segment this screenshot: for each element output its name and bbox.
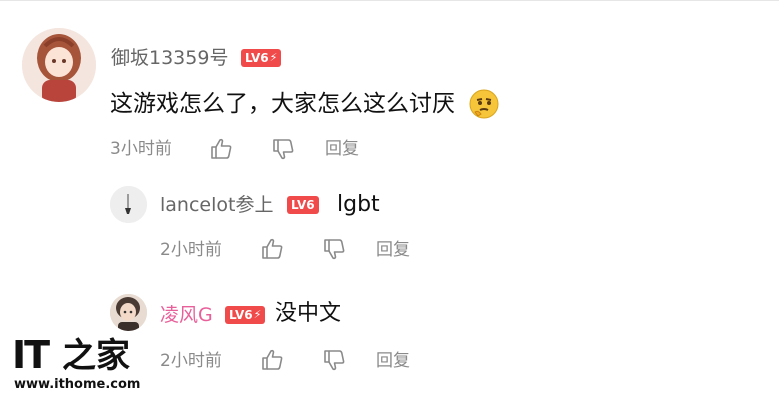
reply-text: lgbt bbox=[337, 192, 380, 217]
comment-time: 3小时前 bbox=[110, 139, 172, 159]
level-badge-label: LV6 bbox=[229, 308, 253, 322]
thumbs-down-icon[interactable] bbox=[272, 137, 296, 161]
reply-username[interactable]: 凌风G bbox=[160, 303, 213, 327]
watermark-logo-it: IT bbox=[12, 333, 50, 377]
thumbs-up-icon[interactable] bbox=[210, 137, 234, 161]
avatar[interactable] bbox=[110, 294, 147, 331]
level-badge: LV6 ⚡ bbox=[225, 306, 266, 324]
level-badge-label: LV6 bbox=[291, 198, 315, 212]
avatar[interactable] bbox=[22, 28, 96, 102]
level-badge: LV6 bbox=[287, 196, 319, 214]
level-badge-label: LV6 bbox=[245, 51, 269, 65]
reply-button[interactable]: 回复 bbox=[325, 138, 359, 160]
thinking-face-emoji bbox=[468, 88, 500, 120]
lightning-icon: ⚡ bbox=[253, 308, 262, 321]
thumbs-up-icon[interactable] bbox=[261, 237, 285, 261]
reply-time: 2小时前 bbox=[160, 351, 222, 371]
lightning-icon: ⚡ bbox=[269, 51, 278, 64]
reply-button[interactable]: 回复 bbox=[376, 239, 410, 261]
reply-username[interactable]: lancelot参上 bbox=[160, 193, 273, 217]
comment-text: 这游戏怎么了，大家怎么这么讨厌 bbox=[110, 91, 455, 117]
avatar[interactable] bbox=[110, 186, 147, 223]
comment-username[interactable]: 御坂13359号 bbox=[111, 46, 228, 70]
thumbs-up-icon[interactable] bbox=[261, 348, 285, 372]
watermark-url: www.ithome.com bbox=[14, 377, 141, 392]
watermark-logo-zhi: 之家 bbox=[62, 336, 130, 376]
thumbs-down-icon[interactable] bbox=[323, 237, 347, 261]
reply-text: 没中文 bbox=[275, 301, 342, 326]
thumbs-down-icon[interactable] bbox=[323, 348, 347, 372]
reply-time: 2小时前 bbox=[160, 240, 222, 260]
level-badge: LV6 ⚡ bbox=[241, 49, 282, 67]
top-divider bbox=[0, 0, 779, 1]
reply-button[interactable]: 回复 bbox=[376, 350, 410, 372]
